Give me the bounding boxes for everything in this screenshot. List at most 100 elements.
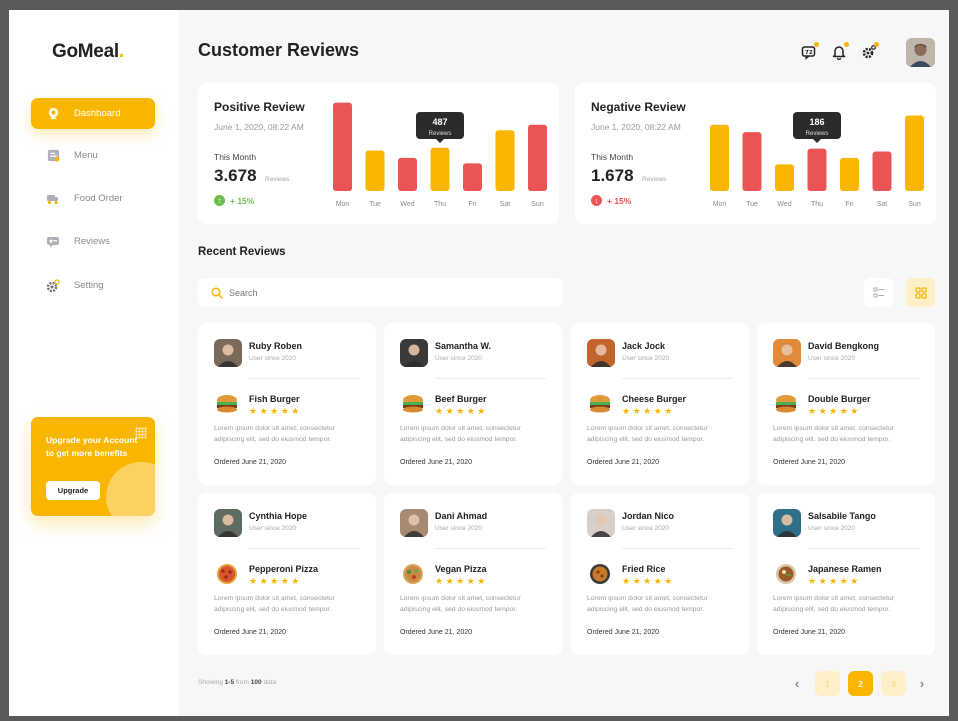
sidebar-item-dashboard[interactable]: Dashboard xyxy=(31,98,155,129)
sidebar: GoMeal. Dashboard Menu Food Order Review… xyxy=(9,10,178,716)
settings-gear-icon[interactable] xyxy=(861,42,879,60)
bell-icon[interactable] xyxy=(831,42,849,61)
star-rating: ★★★★★ xyxy=(808,576,861,586)
bar-fri[interactable] xyxy=(840,157,859,191)
bar-sat[interactable] xyxy=(872,151,892,191)
divider xyxy=(622,378,733,379)
review-card[interactable]: Salsabile Tango User since 2020 Japanese R… xyxy=(757,493,935,655)
notification-badge xyxy=(814,42,819,47)
review-text: Lorem ipsum dolor sit amet, consectetur … xyxy=(773,595,894,613)
star-rating: ★★★★★ xyxy=(808,406,861,416)
grid-view-button[interactable] xyxy=(906,278,935,307)
bar-wed[interactable] xyxy=(398,157,417,191)
sidebar-item-label: Reviews xyxy=(74,236,110,247)
food-image xyxy=(587,393,613,415)
reviewer-name: Cynthia Hope xyxy=(249,511,308,521)
arrow-up-icon: ↑ xyxy=(214,195,225,206)
tick-label: Thu xyxy=(434,201,446,208)
review-text: Lorem ipsum dolor sit amet, consectetur … xyxy=(587,595,708,613)
reviewer-name: Samantha W. xyxy=(435,341,492,351)
search-bar[interactable] xyxy=(198,278,563,307)
reviewer-name: Ruby Roben xyxy=(249,341,302,351)
bar-sun[interactable] xyxy=(905,115,924,191)
star-rating: ★★★★★ xyxy=(249,576,302,586)
review-text: Lorem ipsum dolor sit amet, consectetur … xyxy=(400,595,521,613)
bar-mon[interactable] xyxy=(333,102,352,191)
bar-mon[interactable] xyxy=(710,124,729,191)
user-avatar[interactable] xyxy=(906,38,935,67)
star-rating: ★★★★★ xyxy=(435,576,488,586)
bar-thu[interactable] xyxy=(430,147,450,191)
tooltip-value: 487 xyxy=(432,117,447,127)
bar-fri[interactable] xyxy=(463,163,482,191)
order-date: Ordered June 21, 2020 xyxy=(773,629,845,636)
chart-tooltip: 186 Reviews xyxy=(793,112,841,143)
review-card[interactable]: Samantha W. User since 2020 Beef Burger ★★★… xyxy=(384,323,562,485)
sidebar-item-reviews[interactable]: Reviews xyxy=(31,226,155,257)
review-card[interactable]: Ruby Roben User since 2020 Fish Burger ★★★★… xyxy=(198,323,376,485)
list-view-button[interactable] xyxy=(864,278,893,307)
upgrade-button[interactable]: Upgrade xyxy=(46,481,100,500)
reviewer-avatar xyxy=(773,509,801,537)
review-card[interactable]: David Bengkong User since 2020 Double Burg… xyxy=(757,323,935,485)
review-text: Lorem ipsum dolor sit amet, consectetur … xyxy=(400,425,521,443)
order-date: Ordered June 21, 2020 xyxy=(214,459,286,466)
sidebar-item-setting[interactable]: Setting xyxy=(31,270,155,301)
order-date: Ordered June 21, 2020 xyxy=(400,459,472,466)
tick-label: Wed xyxy=(777,201,791,208)
review-card[interactable]: Jack Jock User since 2020 Cheese Burger ★★★… xyxy=(571,323,749,485)
notification-badge xyxy=(874,42,879,47)
divider xyxy=(435,548,546,549)
app-logo[interactable]: GoMeal. xyxy=(52,41,124,63)
reviewer-avatar xyxy=(214,509,242,537)
food-image xyxy=(400,563,426,585)
messages-icon[interactable]: 72 xyxy=(801,42,819,60)
review-card[interactable]: Jordan Nico User since 2020 Fried Rice ★★★★… xyxy=(571,493,749,655)
tooltip-value: 186 xyxy=(809,117,824,127)
dish-name: Cheese Burger xyxy=(622,394,687,404)
decorative-circle xyxy=(106,462,155,516)
order-date: Ordered June 21, 2020 xyxy=(214,629,286,636)
card-date: June 1, 2020, 08:22 AM xyxy=(214,122,304,132)
app-window: GoMeal. Dashboard Menu Food Order Review… xyxy=(9,10,949,716)
bar-thu[interactable] xyxy=(807,148,827,191)
prev-page-button[interactable]: ‹ xyxy=(789,671,805,696)
dashboard-icon xyxy=(46,107,60,121)
tick-label: Tue xyxy=(746,201,758,208)
card-title: Negative Review xyxy=(591,100,686,114)
search-input[interactable] xyxy=(229,287,529,298)
change-value: + 15% xyxy=(230,195,255,206)
tooltip-label: Reviews xyxy=(429,131,452,137)
positive-review-chart: Mon Tue Wed Thu Fri Sat Sun 487 Reviews xyxy=(333,102,547,208)
period-label: This Month xyxy=(591,152,634,162)
sidebar-item-label: Setting xyxy=(74,280,104,291)
food-image xyxy=(773,393,799,415)
star-rating: ★★★★★ xyxy=(435,406,488,416)
sidebar-item-food-order[interactable]: Food Order xyxy=(31,183,155,214)
change-indicator: ↓ + 15% xyxy=(591,195,631,206)
dish-name: Pepperoni Pizza xyxy=(249,564,319,574)
bar-wed[interactable] xyxy=(775,164,794,191)
bar-sun[interactable] xyxy=(528,124,547,191)
bar-tue[interactable] xyxy=(742,132,762,191)
section-title: Recent Reviews xyxy=(198,246,286,258)
dish-name: Fish Burger xyxy=(249,394,300,404)
bar-tue[interactable] xyxy=(365,150,385,191)
reviews-icon xyxy=(46,235,60,249)
search-icon xyxy=(211,286,223,299)
review-text: Lorem ipsum dolor sit amet, consectetur … xyxy=(587,425,708,443)
reviewer-name: Salsabile Tango xyxy=(808,511,876,521)
review-text: Lorem ipsum dolor sit amet, consectetur … xyxy=(773,425,894,443)
food-image xyxy=(214,563,240,585)
tick-label: Sat xyxy=(877,201,888,208)
review-card[interactable]: Cynthia Hope User since 2020 Pepperoni Piz… xyxy=(198,493,376,655)
page-1-button[interactable]: 1 xyxy=(815,671,840,696)
page-2-button[interactable]: 2 xyxy=(848,671,873,696)
bar-sat[interactable] xyxy=(495,130,515,191)
menu-icon xyxy=(46,149,60,163)
sidebar-item-menu[interactable]: Menu xyxy=(31,140,155,171)
reviewer-avatar xyxy=(773,339,801,367)
review-card[interactable]: Dani Ahmad User since 2020 Vegan Pizza ★★★★… xyxy=(384,493,562,655)
next-page-button[interactable]: › xyxy=(914,671,930,696)
page-3-button[interactable]: 3 xyxy=(881,671,906,696)
